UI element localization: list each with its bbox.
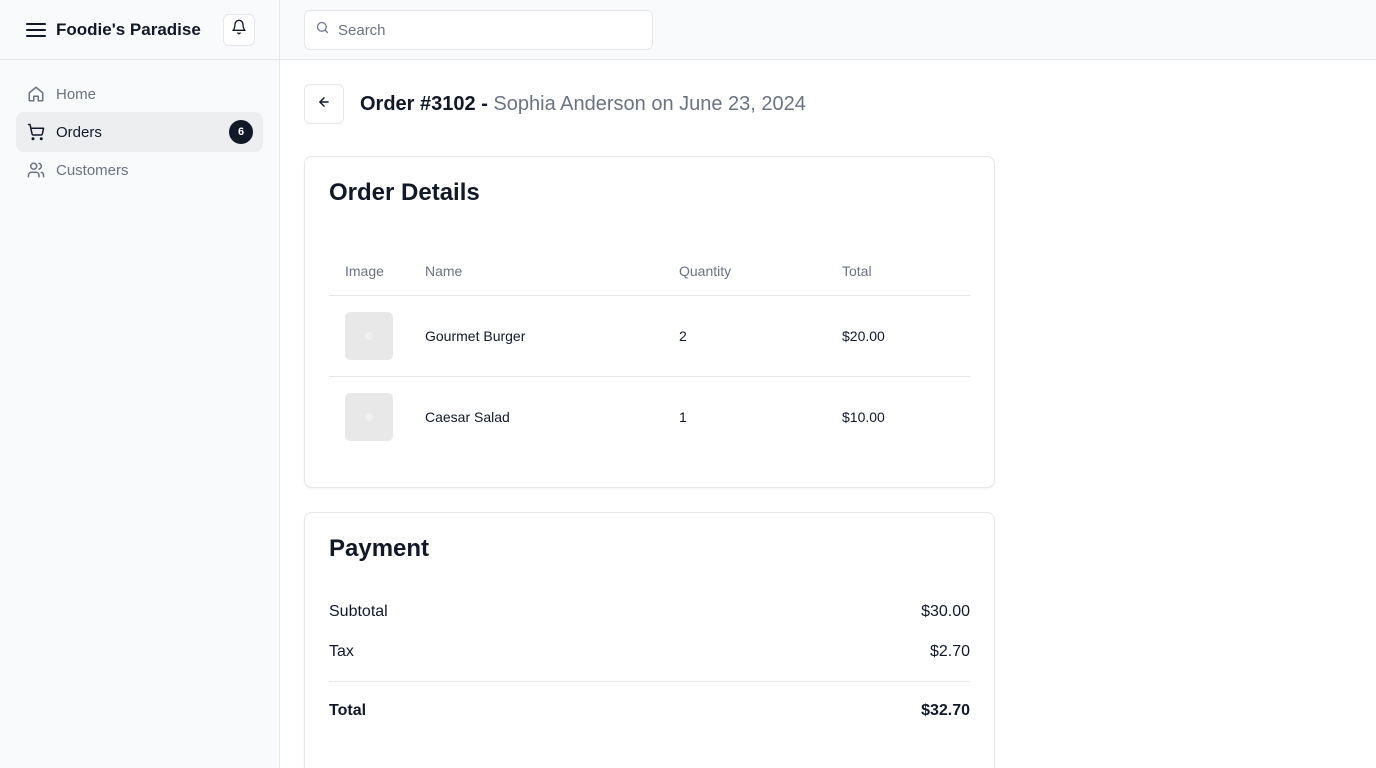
table-header-row: Image Name Quantity Total: [329, 247, 970, 296]
item-name: Caesar Salad: [425, 408, 510, 425]
home-icon: [26, 84, 46, 104]
sidebar-item-label: Customers: [56, 161, 129, 179]
sidebar-item-label: Orders: [56, 123, 102, 141]
column-header-image: Image: [329, 247, 409, 296]
order-subtitle: Sophia Anderson on June 23, 2024: [493, 92, 806, 115]
hamburger-menu-icon[interactable]: [24, 18, 48, 42]
page-title: Order #3102 - Sophia Anderson on June 23…: [360, 93, 806, 116]
column-header-total: Total: [826, 247, 970, 296]
item-name: Gourmet Burger: [409, 295, 663, 377]
payment-divider: [329, 681, 970, 682]
payment-value: $30.00: [921, 603, 970, 620]
payment-card: Payment Subtotal $30.00 Tax $2.70 Total …: [304, 512, 995, 768]
item-total: $10.00: [842, 408, 885, 425]
users-icon: [26, 160, 46, 180]
brand-name: Foodie's Paradise: [56, 19, 201, 39]
payment-row-total: Total $32.70: [329, 702, 970, 720]
arrow-left-icon: [317, 95, 331, 114]
item-total: $20.00: [826, 295, 970, 377]
order-items-table: Image Name Quantity Total Gourmet Burger…: [329, 247, 970, 457]
notifications-button[interactable]: [223, 13, 255, 46]
topbar: [280, 0, 1376, 60]
item-quantity: 2: [663, 295, 826, 377]
sidebar-item-customers[interactable]: Customers: [16, 150, 263, 190]
payment-row-tax: Tax $2.70: [329, 643, 970, 663]
payment-value: $2.70: [929, 643, 970, 660]
main-content: Order #3102 - Sophia Anderson on June 23…: [304, 84, 995, 768]
sidebar-item-label: Home: [56, 85, 97, 103]
back-button[interactable]: [304, 84, 344, 124]
app: Foodie's Paradise Home Orders 6 Customer…: [0, 0, 1376, 768]
order-details-title: Order Details: [329, 179, 480, 206]
bell-icon: [231, 19, 247, 40]
item-quantity: 1: [679, 408, 687, 425]
payment-title: Payment: [329, 535, 430, 562]
page-header: Order #3102 - Sophia Anderson on June 23…: [304, 84, 995, 124]
payment-total-label: Total: [329, 702, 367, 719]
table-row: Gourmet Burger 2 $20.00: [329, 295, 970, 377]
payment-total-value: $32.70: [921, 702, 970, 719]
search-icon: [315, 20, 330, 40]
order-number: Order #3102 -: [360, 92, 488, 115]
search-box[interactable]: [304, 10, 653, 50]
item-image-placeholder: [345, 392, 393, 441]
item-image-placeholder: [345, 311, 393, 360]
sidebar-header: Foodie's Paradise: [0, 0, 279, 60]
sidebar-item-home[interactable]: Home: [16, 74, 263, 114]
payment-label: Tax: [329, 643, 354, 660]
payment-label: Subtotal: [329, 603, 388, 620]
cart-icon: [26, 122, 46, 142]
payment-rows: Subtotal $30.00 Tax $2.70 Total $32.70: [329, 603, 970, 720]
sidebar-nav: Home Orders 6 Customers: [0, 60, 279, 202]
sidebar: Foodie's Paradise Home Orders 6 Customer…: [0, 0, 280, 768]
item-image-cell: [329, 376, 409, 457]
payment-row-subtotal: Subtotal $30.00: [329, 603, 970, 623]
column-header-quantity: Quantity: [663, 247, 826, 296]
sidebar-item-orders[interactable]: Orders 6: [16, 112, 263, 152]
search-input[interactable]: [338, 21, 628, 39]
orders-count-badge: 6: [229, 120, 253, 144]
item-image-cell: [329, 295, 409, 377]
order-details-card: Order Details Image Name Quantity Total: [304, 156, 995, 488]
column-header-name: Name: [409, 247, 663, 296]
table-row: Caesar Salad 1 $10.00: [329, 376, 970, 457]
